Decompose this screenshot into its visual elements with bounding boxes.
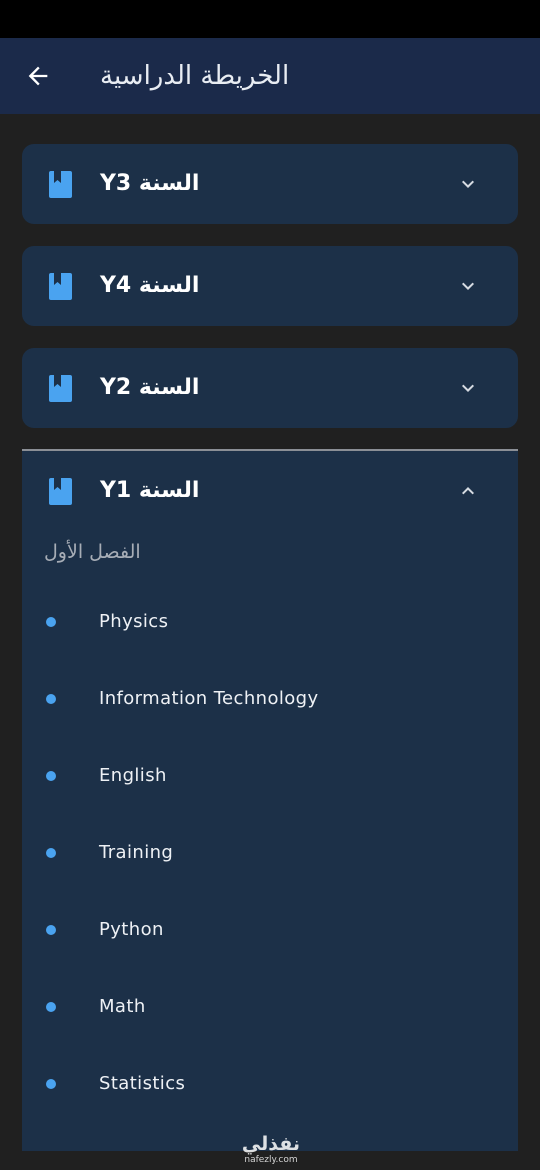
subject-label: Training (99, 842, 174, 863)
year-label: Y2 السنة (100, 375, 200, 400)
year-card-y2[interactable]: Y2 السنة (22, 348, 518, 428)
bullet-icon (46, 694, 56, 704)
subject-label: Information Technology (99, 688, 319, 709)
subject-item-python[interactable]: Python (22, 891, 518, 968)
subject-label: Statistics (99, 1073, 186, 1094)
arrow-left-icon (28, 66, 48, 86)
year-label: Y3 السنة (100, 171, 200, 196)
year-card-header[interactable]: Y1 السنة (22, 451, 518, 531)
book-icon (49, 273, 72, 300)
app-bar: الخريطة الدراسية (0, 38, 540, 114)
year-card-header[interactable]: Y2 السنة (22, 348, 518, 428)
bullet-icon (46, 1002, 56, 1012)
year-card-header[interactable]: Y4 السنة (22, 246, 518, 326)
bullet-icon (46, 848, 56, 858)
bullet-icon (46, 1079, 56, 1089)
subject-item-math[interactable]: Math (22, 968, 518, 1045)
year-label: Y1 السنة (100, 478, 200, 503)
watermark: نفذلي nafezly.com (226, 1133, 316, 1169)
year-card-header[interactable]: Y3 السنة (22, 144, 518, 224)
watermark-logo: نفذلي (241, 1133, 301, 1155)
bullet-icon (46, 925, 56, 935)
bullet-icon (46, 617, 56, 627)
subject-item-statistics[interactable]: Statistics (22, 1045, 518, 1122)
bullet-icon (46, 771, 56, 781)
subject-label: English (99, 765, 167, 786)
chevron-down-icon[interactable] (456, 376, 480, 400)
year-card-y3[interactable]: Y3 السنة (22, 144, 518, 224)
chevron-up-icon[interactable] (456, 479, 480, 503)
subject-item-english[interactable]: English (22, 737, 518, 814)
subject-item-training[interactable]: Training (22, 814, 518, 891)
book-icon (49, 478, 72, 505)
subject-label: Math (99, 996, 146, 1017)
chevron-down-icon[interactable] (456, 172, 480, 196)
subject-item-physics[interactable]: Physics (22, 583, 518, 660)
semester-title: الفصل الأول (44, 541, 141, 563)
watermark-domain: nafezly.com (244, 1155, 298, 1165)
subject-item-information-technology[interactable]: Information Technology (22, 660, 518, 737)
subject-label: Physics (99, 611, 169, 632)
book-icon (49, 171, 72, 198)
year-card-y1[interactable]: Y1 السنة الفصل الأول Physics Information… (22, 451, 518, 1151)
status-bar (0, 0, 540, 38)
chevron-down-icon[interactable] (456, 274, 480, 298)
year-label: Y4 السنة (100, 273, 200, 298)
back-button[interactable] (18, 56, 58, 96)
page-title: الخريطة الدراسية (100, 61, 290, 91)
subject-label: Python (99, 919, 164, 940)
book-icon (49, 375, 72, 402)
year-card-y4[interactable]: Y4 السنة (22, 246, 518, 326)
